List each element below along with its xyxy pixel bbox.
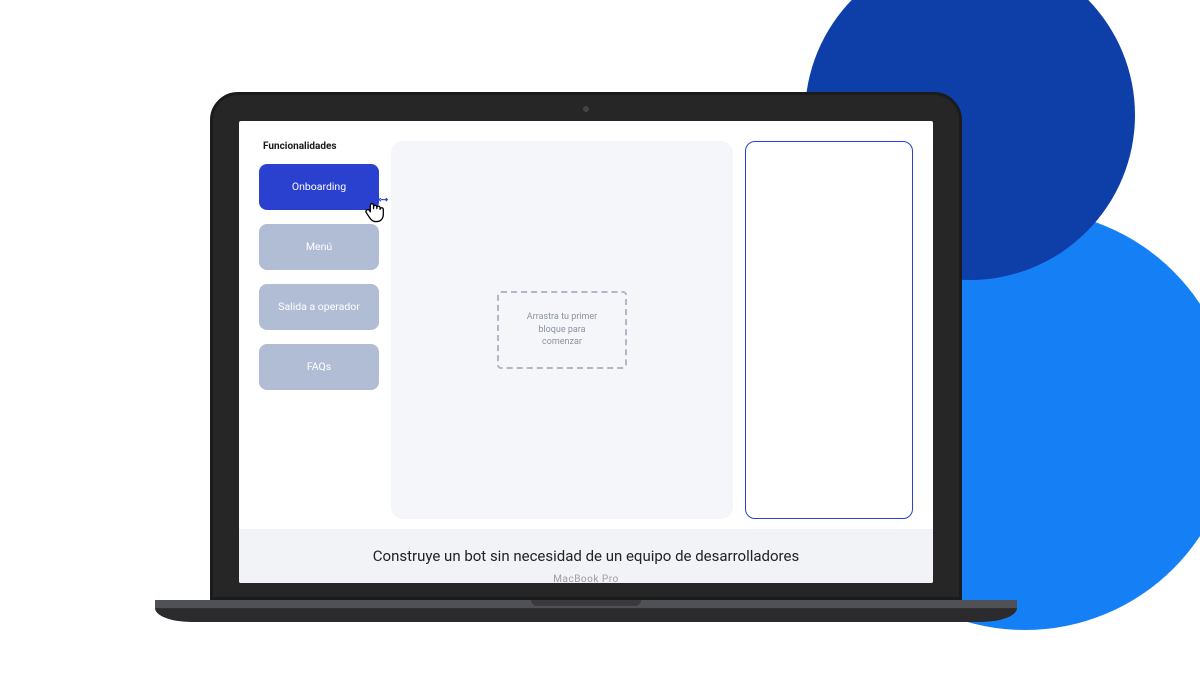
preview-panel [745, 141, 913, 519]
laptop-notch [531, 600, 641, 606]
canvas-area[interactable]: Arrastra tu primer bloque para comenzar [391, 141, 733, 519]
laptop-camera [583, 106, 589, 112]
app-body: Funcionalidades Onboarding [239, 121, 933, 529]
block-faqs[interactable]: FAQs [259, 344, 379, 390]
grab-cursor-icon [363, 198, 389, 224]
sidebar: Funcionalidades Onboarding [259, 141, 379, 519]
laptop-base [155, 600, 1017, 622]
block-salida-operador[interactable]: Salida a operador [259, 284, 379, 330]
block-onboarding[interactable]: Onboarding [259, 164, 379, 210]
block-label: Salida a operador [278, 300, 360, 314]
laptop-brand-label: MacBook Pro [553, 574, 618, 585]
tagline-text: Construye un bot sin necesidad de un equ… [373, 547, 799, 565]
block-label: FAQs [307, 360, 331, 374]
block-list: Onboarding Menú [259, 164, 379, 390]
drop-hint-text: Arrastra tu primer bloque para comenzar [527, 312, 597, 347]
laptop-bezel: Funcionalidades Onboarding [210, 92, 962, 600]
block-label: Menú [306, 240, 332, 254]
drop-zone[interactable]: Arrastra tu primer bloque para comenzar [497, 291, 627, 369]
block-label: Onboarding [292, 180, 346, 194]
app-screen: Funcionalidades Onboarding [239, 121, 933, 583]
sidebar-title: Funcionalidades [263, 141, 379, 152]
block-menu[interactable]: Menú [259, 224, 379, 270]
laptop-mockup: Funcionalidades Onboarding [210, 92, 962, 622]
